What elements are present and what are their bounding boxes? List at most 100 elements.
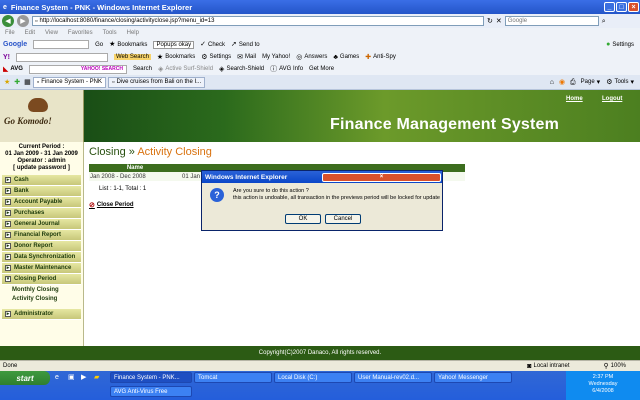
google-toolbar: Google Go ★ Bookmarks Popups okay ✓ Check …	[0, 38, 640, 51]
task-finance-system[interactable]: Finance System - PNK...	[110, 372, 192, 383]
ok-button[interactable]: OK	[285, 214, 321, 224]
games-label: Games	[339, 54, 360, 60]
taskbar: start e ▣ ▶ ▰ Finance System - PNK... To…	[0, 371, 640, 400]
sidebar-item-cash[interactable]: ▸ Cash	[2, 175, 81, 186]
active-surf-shield-button[interactable]: ◈ Active Surf-Shield	[158, 66, 213, 73]
sidebar: Current Period : 01 Jan 2009 - 31 Jan 20…	[0, 142, 84, 360]
menu-view[interactable]: View	[45, 30, 58, 36]
anti-spy-button[interactable]: ✚ Anti-Spy	[365, 54, 396, 61]
avg-info-button[interactable]: ⓘ AVG Info	[270, 66, 303, 73]
avg-label: AVG	[10, 66, 23, 72]
task-local-disk[interactable]: Local Disk (C:)	[274, 372, 352, 383]
answers-button[interactable]: ◎ Answers	[296, 54, 327, 61]
check-button[interactable]: ✓ Check	[200, 41, 225, 48]
sidebar-item-donor-report[interactable]: ▸ Donor Report	[2, 241, 81, 252]
clock-time[interactable]: 2:37 PM	[566, 374, 640, 381]
quicklaunch-folder-icon[interactable]: ▰	[94, 374, 99, 381]
url-field[interactable]: ▫ http://localhost:8080/finance/closing/…	[32, 16, 484, 26]
menu-tools[interactable]: Tools	[103, 30, 117, 36]
home-link[interactable]: Home	[566, 96, 583, 102]
stop-icon[interactable]: ✕	[496, 18, 502, 25]
search-shield-label: Search-Shield	[226, 66, 265, 72]
sidebar-item-account-payable[interactable]: ▸ Account Payable	[2, 197, 81, 208]
tools-menu-button[interactable]: ⚙ Tools ▾	[606, 79, 634, 86]
yahoo-bookmarks-button[interactable]: ★ Bookmarks	[157, 54, 195, 61]
sidebar-item-administrator[interactable]: ▸ Administrator	[2, 309, 81, 320]
breadcrumb-parent[interactable]: Closing	[89, 146, 126, 158]
close-period-link[interactable]: ⊘ Close Period	[89, 202, 134, 209]
popups-button[interactable]: Popups okay	[153, 40, 195, 49]
start-button[interactable]: start	[0, 371, 50, 385]
tab-dive-cruises[interactable]: ▫ Dive cruises from Bali on the I...	[107, 76, 206, 88]
cancel-button[interactable]: Cancel	[325, 214, 361, 224]
google-go-button[interactable]: Go	[95, 42, 103, 48]
web-search-button[interactable]: Web Search	[114, 54, 151, 60]
google-search-input[interactable]	[33, 40, 90, 49]
refresh-icon[interactable]: ↻	[487, 18, 493, 25]
maximize-button[interactable]: □	[616, 2, 627, 12]
minimize-button[interactable]: _	[604, 2, 615, 12]
avg-menu-button[interactable]: ◣ AVG	[3, 66, 23, 73]
add-favorite-icon[interactable]: ✚	[14, 79, 20, 86]
sidebar-subitem-activity-closing[interactable]: Activity Closing	[0, 294, 83, 303]
search-input[interactable]: Google	[504, 16, 599, 26]
favorites-star-icon[interactable]: ★	[4, 79, 10, 86]
task-yahoo-messenger[interactable]: Yahoo! Messenger	[434, 372, 512, 383]
quicklaunch-media-icon[interactable]: ▶	[81, 374, 86, 381]
menu-file[interactable]: File	[5, 30, 15, 36]
avg-toolbar: ◣ AVG YAHOO! SEARCH Search ◈ Active Surf-S…	[0, 63, 640, 75]
mail-button[interactable]: ✉ Mail	[237, 54, 256, 61]
window-title-bar[interactable]: e Finance System - PNK - Windows Interne…	[0, 0, 640, 14]
back-button[interactable]: ◀	[2, 15, 14, 27]
page-menu-button[interactable]: Page ▾	[581, 79, 601, 86]
feeds-icon[interactable]: ◉	[559, 79, 565, 86]
avg-search-input[interactable]: YAHOO! SEARCH	[28, 64, 127, 74]
google-settings-button[interactable]: ● Settings	[606, 41, 634, 48]
forward-button[interactable]: ▶	[17, 15, 29, 27]
brand-name: Go Komodo!	[4, 116, 52, 126]
zoom-level[interactable]: 100%	[611, 363, 626, 369]
avg-logo-icon: ◣	[3, 65, 9, 73]
logout-link[interactable]: Logout	[602, 96, 622, 102]
send-label: Send to	[238, 41, 260, 48]
yahoo-settings-button[interactable]: ⚙ Settings	[201, 54, 231, 61]
sidebar-item-master-maintenance[interactable]: ▸ Master Maintenance	[2, 263, 81, 274]
dialog-title-bar[interactable]: Windows Internet Explorer ×	[202, 171, 442, 183]
my-yahoo-button[interactable]: My Yahoo!	[262, 54, 290, 60]
task-user-manual[interactable]: User Manual-rev02.d...	[354, 372, 432, 383]
tab-finance-system[interactable]: ▫ Finance System - PNK	[32, 76, 106, 88]
search-shield-button[interactable]: ◈ Search-Shield	[219, 66, 264, 73]
menu-edit[interactable]: Edit	[25, 30, 35, 36]
yahoo-search-input[interactable]	[16, 52, 108, 62]
print-icon[interactable]: ⎙	[570, 79, 576, 86]
close-button[interactable]: ×	[628, 2, 639, 12]
get-more-button[interactable]: Get More	[309, 66, 334, 72]
search-icon[interactable]: ⌕	[602, 18, 606, 25]
quicklaunch-ie-icon[interactable]: e	[55, 374, 59, 381]
avg-search-button[interactable]: Search	[133, 66, 152, 72]
games-button[interactable]: ♣ Games	[333, 54, 359, 61]
dialog-message-line: this action is undoable, all transaction…	[233, 195, 440, 201]
task-tomcat[interactable]: Tomcat	[194, 372, 272, 383]
menu-favorites[interactable]: Favorites	[68, 30, 93, 36]
sidebar-subitem-monthly-closing[interactable]: Monthly Closing	[0, 285, 83, 294]
home-icon[interactable]: ⌂	[550, 79, 554, 86]
expand-icon: ▸	[5, 265, 11, 271]
sidebar-item-bank[interactable]: ▸ Bank	[2, 186, 81, 197]
sidebar-item-general-journal[interactable]: ▸ General Journal	[2, 219, 81, 230]
breadcrumb-separator: »	[125, 146, 138, 158]
task-avg-antivirus[interactable]: AVG Anti-Virus Free	[110, 386, 192, 397]
tab-list-icon[interactable]: ▦	[24, 79, 31, 86]
sidebar-item-financial-report[interactable]: ▸ Financial Report	[2, 230, 81, 241]
sidebar-item-purchases[interactable]: ▸ Purchases	[2, 208, 81, 219]
quicklaunch-desktop-icon[interactable]: ▣	[68, 374, 75, 381]
update-password-link[interactable]: [ update password ]	[0, 165, 83, 172]
bookmarks-button[interactable]: ★ Bookmarks	[109, 41, 147, 48]
sidebar-item-closing-period[interactable]: ▾ Closing Period	[2, 274, 81, 285]
menu-help[interactable]: Help	[127, 30, 139, 36]
dialog-close-button[interactable]: ×	[322, 172, 441, 182]
sidebar-item-label: Cash	[14, 177, 29, 183]
period-value: 01 Jan 2009 - 31 Jan 2009	[5, 151, 78, 157]
sidebar-item-data-synchronization[interactable]: ▸ Data Synchronization	[2, 252, 81, 263]
send-to-button[interactable]: ➚ Send to	[231, 41, 260, 48]
